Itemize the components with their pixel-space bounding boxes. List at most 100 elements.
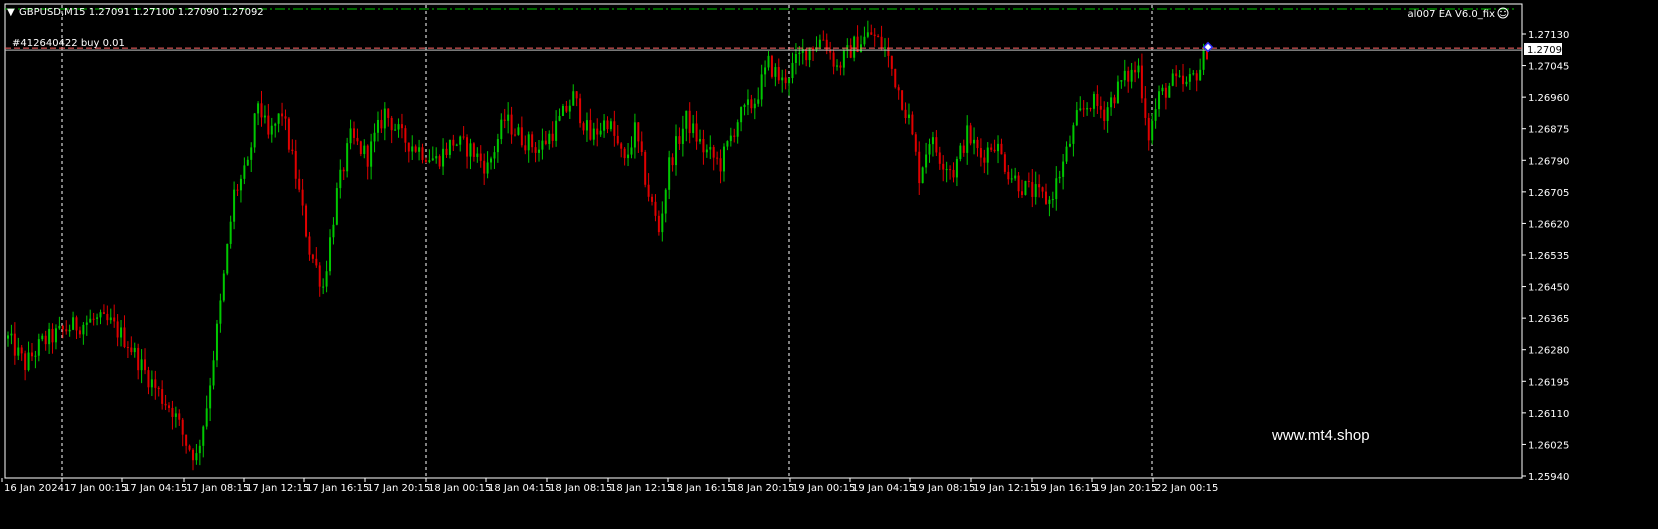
candle-body (1199, 69, 1202, 81)
candle-body (719, 158, 722, 172)
candle-body (620, 143, 623, 149)
candle-body (1089, 108, 1092, 110)
candle-body (133, 347, 136, 353)
candle-body (630, 147, 633, 155)
candle-body (37, 339, 40, 356)
candle-body (760, 74, 763, 100)
candle-body (825, 39, 828, 51)
candle-body (72, 317, 75, 330)
candle-body (1195, 73, 1198, 81)
candle-body (332, 224, 335, 238)
candle-body (30, 352, 33, 357)
price-axis[interactable]: 1.27130 1.27045 1.26960 1.26875 1.26790 1.267… (1522, 30, 1569, 483)
candle-body (976, 139, 979, 149)
candle-body (1055, 178, 1058, 200)
candle-body (400, 124, 403, 129)
candle-body (1130, 69, 1133, 82)
candle-body (931, 137, 934, 145)
candle-body (20, 347, 23, 354)
x-tick-label: 17 Jan 16:15 (306, 483, 369, 494)
candle-body (921, 167, 924, 184)
y-tick-label: 1.26875 (1528, 125, 1569, 136)
candle-body (904, 109, 907, 119)
candle-body (654, 201, 657, 216)
candle-body (10, 333, 13, 336)
candle-body (274, 123, 277, 126)
candle-body (558, 115, 561, 121)
candle-body (623, 148, 626, 159)
candle-body (1086, 108, 1089, 110)
candle-body (78, 330, 81, 335)
candle-body (284, 116, 287, 119)
candle-body (431, 158, 434, 161)
candle-body (1014, 175, 1017, 179)
candle-body (1103, 109, 1106, 121)
y-tick-label: 1.26620 (1528, 219, 1569, 230)
candle-body (1034, 184, 1037, 197)
candle-body (709, 147, 712, 150)
candle-body (1144, 98, 1147, 118)
candle-body (1007, 171, 1010, 180)
candle-body (202, 426, 205, 446)
candle-body (1021, 191, 1024, 195)
candle-body (404, 128, 407, 143)
candle-body (270, 125, 273, 135)
candle-body (774, 67, 777, 77)
candle-body (222, 273, 225, 301)
grid-lines (4, 3, 1523, 479)
candle-body (253, 113, 256, 148)
candle-body (873, 34, 876, 36)
candle-body (517, 127, 520, 135)
x-tick-label: 17 Jan 12:15 (246, 483, 309, 494)
candle-body (394, 129, 397, 131)
candle-body (1164, 87, 1167, 98)
candle-body (524, 145, 527, 151)
candle-body (729, 135, 732, 142)
candle-body (736, 122, 739, 137)
candle-body (1158, 91, 1161, 110)
candle-body (1000, 143, 1003, 155)
candle-body (116, 321, 119, 338)
candle-body (1099, 105, 1102, 110)
candle-body (188, 445, 191, 450)
candle-body (1038, 184, 1041, 188)
candle-body (277, 113, 280, 124)
y-tick-label: 1.26195 (1528, 377, 1569, 388)
candle-body (428, 160, 431, 162)
collapse-arrow-icon[interactable]: ▼ (7, 7, 15, 18)
candle-body (294, 151, 297, 179)
price-chart[interactable]: ▼ GBPUSD,M15 1.27091 1.27100 1.27090 1.2… (0, 0, 1658, 529)
candle-body (979, 148, 982, 158)
candle-body (1058, 176, 1061, 179)
candle-body (1051, 199, 1054, 201)
y-tick-label: 1.27130 (1528, 30, 1569, 41)
candle-body (877, 35, 880, 37)
candle-body (123, 327, 126, 348)
candle-body (1161, 87, 1164, 92)
candle-body (722, 146, 725, 172)
candle-body (702, 138, 705, 153)
candle-body (130, 347, 133, 353)
candle-body (894, 68, 897, 88)
candle-body (678, 136, 681, 144)
candle-body (209, 385, 212, 409)
candle-body (705, 149, 708, 153)
candle-body (414, 146, 417, 152)
candle-body (311, 254, 314, 259)
candle-body (733, 135, 736, 137)
candle-body (96, 317, 99, 319)
candle-body (565, 105, 568, 112)
candle-body (651, 196, 654, 202)
time-axis[interactable]: 16 Jan 2024 17 Jan 00:1517 Jan 04:1517 Ja… (1, 478, 1218, 494)
candle-body (740, 107, 743, 123)
candle-body (260, 103, 263, 118)
candle-body (329, 237, 332, 272)
candle-body (51, 328, 54, 343)
candle-body (664, 189, 667, 214)
candle-body (935, 137, 938, 153)
chart-window[interactable]: ▼ GBPUSD,M15 1.27091 1.27100 1.27090 1.2… (0, 0, 1658, 529)
candle-body (897, 87, 900, 91)
candle-body (1127, 70, 1130, 82)
candle-body (914, 134, 917, 152)
candle-body (668, 157, 671, 190)
